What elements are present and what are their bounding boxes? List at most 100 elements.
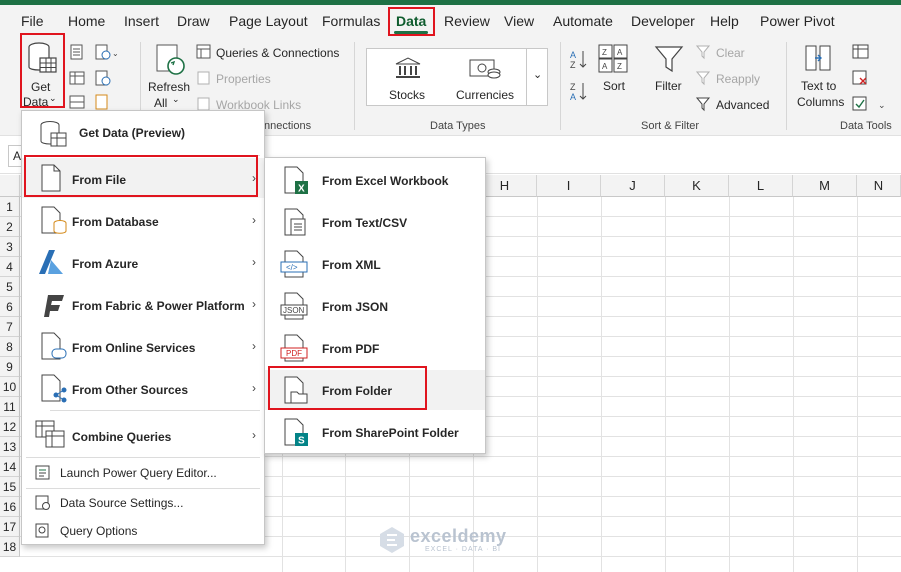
existing-connections-icon[interactable] [68,94,88,110]
from-table-icon[interactable] [68,70,88,86]
sort-dialog-icon[interactable]: ZA AZ [598,44,630,74]
svg-text:⌄: ⌄ [112,49,119,58]
flash-fill-icon[interactable] [852,44,870,60]
menu-item-from-excel-workbook[interactable]: X From Excel Workbook [265,160,485,200]
tab-formulas[interactable]: Formulas [322,13,380,29]
remove-duplicates-icon[interactable] [852,70,870,86]
svg-text:A: A [570,50,576,60]
row-header[interactable]: 16 [0,497,20,517]
pdf-file-icon: PDF [280,334,308,362]
column-header-j[interactable]: J [601,175,665,197]
clear-button[interactable]: Clear [716,46,745,60]
get-data-button[interactable]: Get Data ⌄ [20,36,64,109]
menu-item-from-sharepoint-folder[interactable]: S From SharePoint Folder [265,412,485,452]
sort-a-z-icon[interactable]: AZ [568,48,590,70]
menu-item-label: Get Data (Preview) [79,126,186,140]
menu-item-launch-power-query-editor[interactable]: Launch Power Query Editor... [22,459,264,487]
tab-automate[interactable]: Automate [553,13,613,29]
properties-icon [197,71,210,85]
menu-item-data-source-settings[interactable]: Data Source Settings... [22,489,264,517]
power-query-editor-icon [35,465,50,480]
queries-connections-button[interactable]: Queries & Connections [216,46,339,60]
chevron-down-icon: ⌄ [49,93,57,103]
reapply-button[interactable]: Reapply [716,72,760,86]
menu-item-from-azure[interactable]: From Azure › [22,242,264,282]
tab-insert[interactable]: Insert [124,13,159,29]
text-file-icon [284,208,306,236]
tab-help[interactable]: Help [710,13,739,29]
data-validation-icon[interactable]: ⌄ [852,96,888,112]
row-header[interactable]: 15 [0,477,20,497]
menu-item-from-online-services[interactable]: From Online Services › [22,326,264,366]
sort-button[interactable]: Sort [603,79,625,93]
row-header[interactable]: 6 [0,297,20,317]
tab-view[interactable]: View [504,13,534,29]
menu-item-label: Launch Power Query Editor... [60,466,217,480]
column-header-l[interactable]: L [729,175,793,197]
chevron-right-icon: › [252,171,256,185]
menu-item-from-xml[interactable]: </> From XML [265,244,485,284]
grid-line [20,556,901,557]
tab-power-pivot[interactable]: Power Pivot [760,13,835,29]
column-header-i[interactable]: I [537,175,601,197]
properties-button[interactable]: Properties [216,72,271,86]
gallery-more-button[interactable]: ⌄ [526,48,548,106]
folder-file-icon [284,376,308,404]
row-header[interactable]: 7 [0,317,20,337]
advanced-filter-icon [696,97,711,112]
row-header[interactable]: 3 [0,237,20,257]
filter-button[interactable]: Filter [655,79,682,93]
menu-item-get-data-preview[interactable]: Get Data (Preview) [22,113,264,153]
tab-draw[interactable]: Draw [177,13,210,29]
menu-item-from-database[interactable]: From Database › [22,200,264,240]
tab-page-layout[interactable]: Page Layout [229,13,308,29]
tab-data[interactable]: Data [393,13,429,34]
recent-sources-icon[interactable] [94,70,114,86]
tab-file[interactable]: File [21,13,44,29]
menu-item-from-fabric-power-platform[interactable]: From Fabric & Power Platform › [22,284,264,324]
row-header[interactable]: 11 [0,397,20,417]
filter-funnel-icon[interactable] [654,44,684,74]
currencies-label: Currencies [456,88,515,102]
stocks-button[interactable]: Stocks [380,56,436,102]
menu-item-from-folder[interactable]: From Folder [265,370,485,410]
row-header[interactable]: 8 [0,337,20,357]
row-header[interactable]: 5 [0,277,20,297]
tab-developer[interactable]: Developer [631,13,695,29]
column-header-k[interactable]: K [665,175,729,197]
refresh-label-2: All [154,96,168,110]
menu-item-label: From Excel Workbook [322,174,449,188]
azure-icon [39,250,63,274]
text-to-columns-icon[interactable] [804,44,834,74]
menu-item-from-file[interactable]: From File › [22,158,264,198]
menu-item-from-other-sources[interactable]: From Other Sources › [22,368,264,408]
tab-home[interactable]: Home [68,13,105,29]
row-header[interactable]: 18 [0,537,20,557]
from-text-icon[interactable] [68,44,88,60]
folder-icon[interactable] [94,94,114,110]
row-header[interactable]: 10 [0,377,20,397]
column-header-m[interactable]: M [793,175,857,197]
sort-z-a-icon[interactable]: ZA [568,80,590,102]
row-header[interactable]: 14 [0,457,20,477]
row-header[interactable]: 12 [0,417,20,437]
menu-item-combine-queries[interactable]: Combine Queries › [22,413,264,453]
row-header[interactable]: 9 [0,357,20,377]
row-header[interactable]: 17 [0,517,20,537]
row-header[interactable]: 13 [0,437,20,457]
row-header[interactable]: 2 [0,217,20,237]
row-header[interactable]: 4 [0,257,20,277]
refresh-all-icon[interactable] [154,42,188,78]
advanced-button[interactable]: Advanced [716,98,769,112]
menu-item-from-text-csv[interactable]: From Text/CSV [265,202,485,242]
column-header-n[interactable]: N [857,175,901,197]
currencies-button[interactable]: Currencies [452,56,522,102]
watermark-tagline: EXCEL · DATA · BI [425,546,501,553]
menu-item-query-options[interactable]: Query Options [22,517,264,545]
select-all-corner[interactable] [0,175,20,197]
menu-item-from-pdf[interactable]: PDF From PDF [265,328,485,368]
tab-review[interactable]: Review [444,13,490,29]
from-web-icon[interactable]: ⌄ [94,44,122,60]
row-header[interactable]: 1 [0,197,20,217]
menu-item-from-json[interactable]: JSON From JSON [265,286,485,326]
